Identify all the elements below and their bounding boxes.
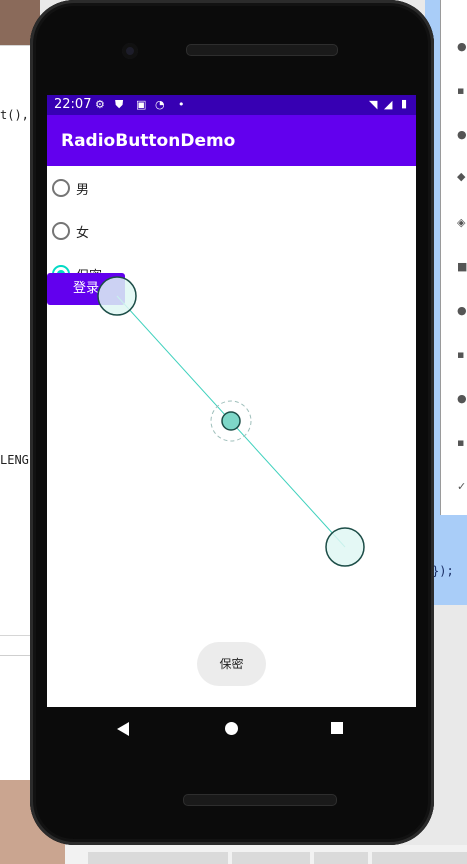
tool-icon[interactable]: ✓ bbox=[457, 481, 467, 492]
radio-button[interactable] bbox=[52, 179, 70, 197]
recents-icon[interactable] bbox=[331, 722, 343, 734]
back-icon[interactable] bbox=[117, 722, 129, 736]
login-button[interactable]: 登录 bbox=[47, 273, 125, 305]
tool-icon[interactable]: ▪ bbox=[457, 349, 467, 360]
taskbar-item[interactable] bbox=[88, 852, 228, 864]
tool-icon[interactable]: ◈ bbox=[457, 217, 467, 228]
tool-icon[interactable]: ■ bbox=[457, 261, 467, 272]
battery-icon: ▮ bbox=[401, 97, 408, 110]
app-bar: RadioButtonDemo bbox=[47, 115, 416, 166]
taskbar-item[interactable] bbox=[232, 852, 310, 864]
taskbar-item[interactable] bbox=[314, 852, 368, 864]
bottom-speaker bbox=[183, 794, 337, 806]
status-bar: 22:07 ⚙ ⛊ ▣ ◔ • ◥ ◢ ▮ bbox=[47, 95, 416, 115]
code-fragment: t(), bbox=[0, 108, 29, 122]
tool-icon[interactable]: ▪ bbox=[457, 437, 467, 448]
app-title: RadioButtonDemo bbox=[61, 131, 236, 151]
tool-icon[interactable]: ◆ bbox=[457, 171, 467, 182]
shield-icon: ⛊ bbox=[115, 98, 124, 111]
radio-label: 女 bbox=[76, 226, 90, 241]
signal-icon: ◢ bbox=[384, 98, 393, 111]
dot-icon: • bbox=[178, 98, 185, 111]
code-fragment: }); bbox=[432, 564, 454, 578]
radio-label: 男 bbox=[76, 183, 90, 198]
app-screen: 22:07 ⚙ ⛊ ▣ ◔ • ◥ ◢ ▮ RadioButtonDemo 男 … bbox=[47, 95, 416, 707]
home-icon[interactable] bbox=[225, 722, 238, 735]
taskbar-item[interactable] bbox=[372, 852, 467, 864]
tool-icon[interactable]: ● bbox=[457, 129, 467, 140]
radio-option-male[interactable]: 男 bbox=[52, 177, 252, 199]
status-time: 22:07 bbox=[54, 97, 92, 112]
code-fragment: LENG bbox=[0, 453, 29, 467]
radio-option-female[interactable]: 女 bbox=[52, 220, 252, 242]
tool-icon[interactable]: ▪ bbox=[457, 85, 467, 96]
gear-icon: ⚙ bbox=[95, 98, 105, 111]
front-camera bbox=[122, 43, 138, 59]
earpiece-speaker bbox=[186, 44, 338, 56]
a-icon: ▣ bbox=[136, 98, 147, 111]
wifi-icon: ◥ bbox=[369, 98, 378, 111]
navigation-bar bbox=[47, 707, 416, 751]
radio-button[interactable] bbox=[52, 222, 70, 240]
tool-icon[interactable]: ● bbox=[457, 305, 467, 316]
toast-message: 保密 bbox=[197, 642, 266, 686]
wifi-off-icon: ◔ bbox=[155, 98, 165, 111]
tool-icon[interactable]: ● bbox=[457, 41, 467, 52]
tool-icon[interactable]: ● bbox=[457, 393, 467, 404]
